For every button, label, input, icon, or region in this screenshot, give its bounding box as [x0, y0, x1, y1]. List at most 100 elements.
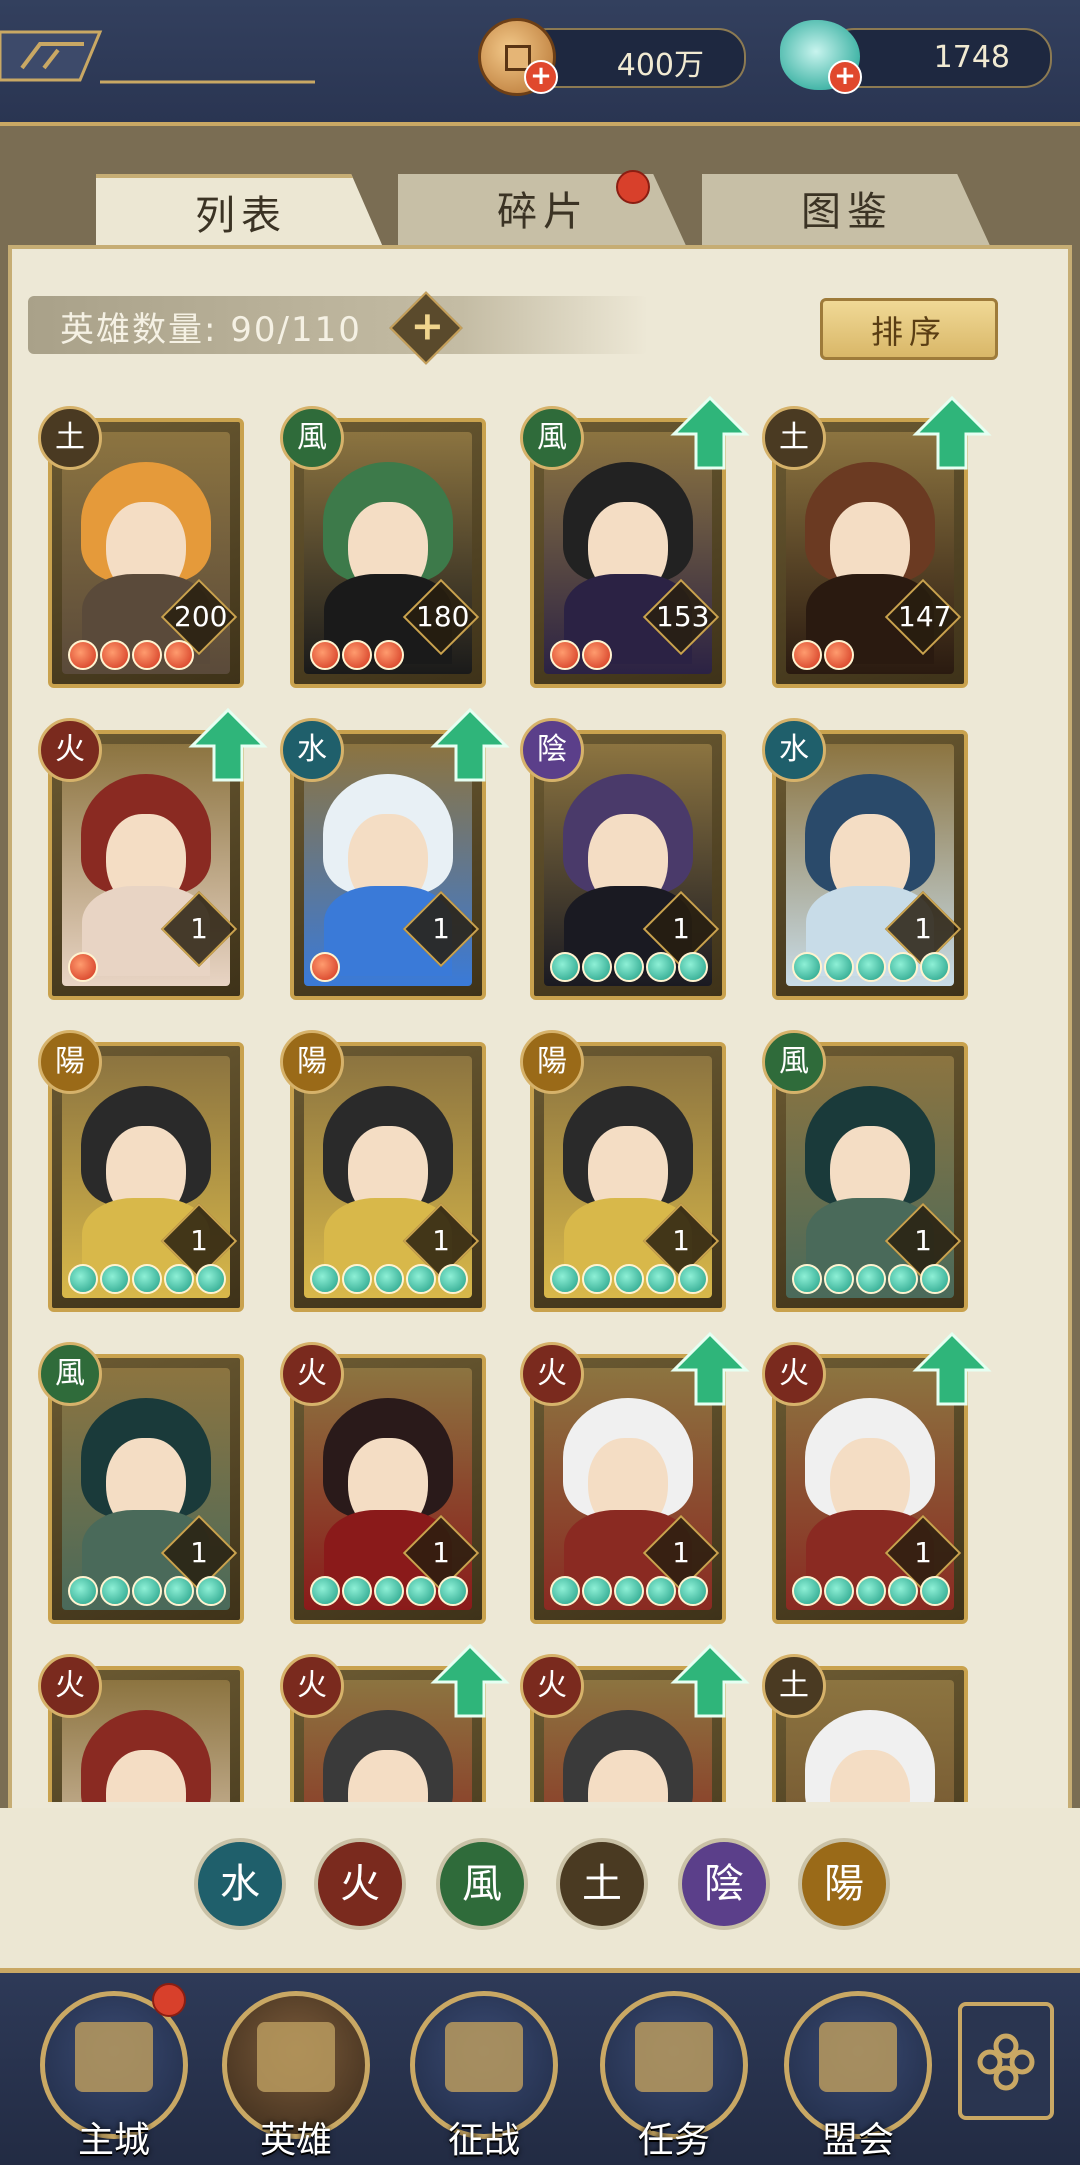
star-orb-icon	[342, 640, 372, 670]
element-badge-icon: 火	[280, 1342, 344, 1406]
fragments-notification-dot	[616, 170, 650, 204]
hero-star-row	[792, 640, 854, 670]
star-orb-icon	[196, 1576, 226, 1606]
hero-level: 1	[914, 1224, 932, 1257]
element-badge-icon: 陽	[38, 1030, 102, 1094]
nav-main-city-label: 主城	[77, 2120, 150, 2161]
more-menu-button[interactable]	[958, 2002, 1054, 2120]
star-orb-icon	[920, 1264, 950, 1294]
element-filter-button[interactable]: 水	[194, 1838, 286, 1930]
element-filter-button[interactable]: 火	[314, 1838, 406, 1930]
star-orb-icon	[310, 1264, 340, 1294]
hero-star-row	[310, 952, 340, 982]
star-orb-icon	[68, 1576, 98, 1606]
upgrade-arrow-icon	[188, 707, 268, 782]
hero-star-row	[550, 1576, 708, 1606]
star-orb-icon	[614, 1576, 644, 1606]
notification-dot	[152, 1983, 186, 2017]
tab-list[interactable]: 列表	[96, 174, 386, 254]
tab-codex[interactable]: 图鉴	[702, 174, 992, 250]
star-orb-icon	[582, 1264, 612, 1294]
upgrade-arrow-icon	[430, 707, 510, 782]
element-filter-row: 水火風土陰陽	[0, 1808, 1080, 1978]
tab-codex-label: 图鉴	[801, 189, 893, 235]
element-badge-icon: 火	[520, 1342, 584, 1406]
element-badge-icon: 火	[38, 1654, 102, 1718]
star-orb-icon	[310, 640, 340, 670]
element-filter-button[interactable]: 陰	[678, 1838, 770, 1930]
star-orb-icon	[678, 1576, 708, 1606]
star-orb-icon	[438, 1264, 468, 1294]
element-filter-button[interactable]: 陽	[798, 1838, 890, 1930]
star-orb-icon	[374, 1576, 404, 1606]
bottom-navigation: 主城 英雄 征战 任务 盟会	[0, 1968, 1080, 2165]
hero-level: 180	[416, 600, 470, 633]
hero-star-row	[792, 1576, 950, 1606]
element-badge-icon: 火	[762, 1342, 826, 1406]
element-badge-icon: 風	[762, 1030, 826, 1094]
star-orb-icon	[68, 1264, 98, 1294]
hero-level: 1	[432, 1536, 450, 1569]
nav-heroes-icon	[257, 2022, 335, 2092]
hero-star-row	[68, 952, 98, 982]
nav-heroes-label: 英雄	[259, 2120, 332, 2161]
add-copper-button[interactable]: +	[524, 60, 558, 94]
hero-star-row	[68, 1264, 226, 1294]
star-orb-icon	[792, 952, 822, 982]
element-filter-button[interactable]: 土	[556, 1838, 648, 1930]
element-badge-icon: 土	[38, 406, 102, 470]
element-filter-button[interactable]: 風	[436, 1838, 528, 1930]
star-orb-icon	[824, 952, 854, 982]
element-badge-icon: 火	[520, 1654, 584, 1718]
star-orb-icon	[920, 1576, 950, 1606]
hero-level: 1	[190, 1536, 208, 1569]
element-badge-icon: 水	[762, 718, 826, 782]
element-badge-icon: 火	[280, 1654, 344, 1718]
plus-icon: +	[410, 303, 445, 350]
hero-grid[interactable]: 200 土 180 風 153 風 147 土 1 火 1 水 1 陰 1 水 1 陽 1 陽 1 陽 1 風 1 風 1 火 1 火 1 火…	[30, 390, 1050, 1802]
hero-level: 1	[914, 912, 932, 945]
element-badge-icon: 風	[520, 406, 584, 470]
element-badge-icon: 陰	[520, 718, 584, 782]
hero-star-row	[68, 1576, 226, 1606]
nav-main-city-icon	[75, 2022, 153, 2092]
star-orb-icon	[582, 640, 612, 670]
star-orb-icon	[438, 1576, 468, 1606]
sort-button[interactable]: 排序	[820, 298, 998, 360]
tab-fragments-label: 碎片	[497, 189, 589, 235]
hero-level: 1	[672, 1224, 690, 1257]
pattern-emblem-icon	[0, 30, 315, 84]
star-orb-icon	[310, 1576, 340, 1606]
star-orb-icon	[100, 1264, 130, 1294]
jade-amount: 1748	[933, 40, 1010, 75]
upgrade-arrow-icon	[670, 1643, 750, 1718]
hero-star-row	[792, 1264, 950, 1294]
star-orb-icon	[100, 1576, 130, 1606]
star-orb-icon	[920, 952, 950, 982]
star-orb-icon	[824, 640, 854, 670]
star-orb-icon	[856, 1264, 886, 1294]
upgrade-arrow-icon	[670, 1331, 750, 1406]
hero-star-row	[550, 952, 708, 982]
hero-level: 153	[656, 600, 710, 633]
element-badge-icon: 水	[280, 718, 344, 782]
star-orb-icon	[856, 1576, 886, 1606]
tab-list-label: 列表	[195, 193, 287, 239]
star-orb-icon	[792, 1264, 822, 1294]
star-orb-icon	[856, 952, 886, 982]
hero-level: 1	[190, 912, 208, 945]
top-bar: 400万 + 1748 +	[0, 0, 1080, 126]
element-badge-icon: 土	[762, 406, 826, 470]
star-orb-icon	[68, 640, 98, 670]
star-orb-icon	[310, 952, 340, 982]
star-orb-icon	[582, 952, 612, 982]
hero-level: 1	[190, 1224, 208, 1257]
add-jade-button[interactable]: +	[828, 60, 862, 94]
hero-star-row	[550, 1264, 708, 1294]
star-orb-icon	[888, 1264, 918, 1294]
star-orb-icon	[164, 1576, 194, 1606]
hero-star-row	[550, 640, 612, 670]
star-orb-icon	[678, 1264, 708, 1294]
star-orb-icon	[550, 640, 580, 670]
upgrade-arrow-icon	[912, 1331, 992, 1406]
